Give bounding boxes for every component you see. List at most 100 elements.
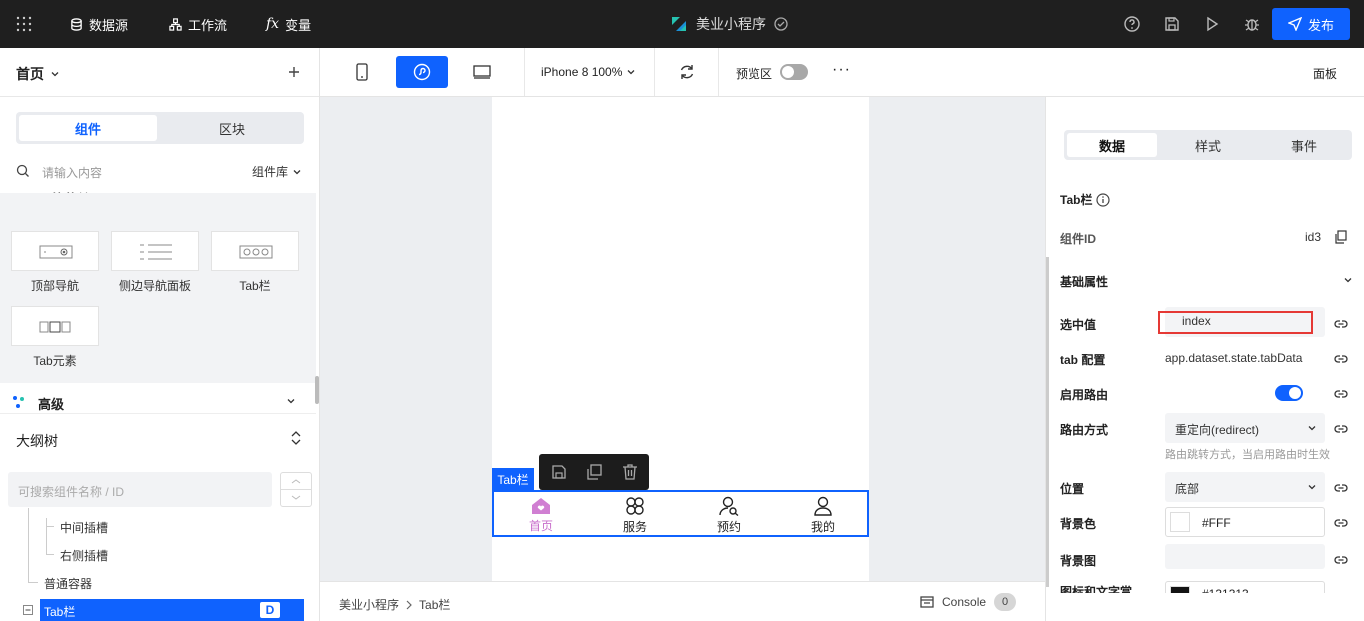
bind-link-icon[interactable] bbox=[1333, 386, 1349, 402]
bind-link-icon[interactable] bbox=[1333, 351, 1349, 367]
tabbar-item-mine[interactable]: 我的 bbox=[776, 494, 870, 536]
collapse-node-icon[interactable] bbox=[23, 605, 33, 615]
bg-image-input[interactable] bbox=[1165, 544, 1325, 569]
help-icon[interactable] bbox=[1123, 15, 1141, 33]
outline-tree-header[interactable]: 大纲树 bbox=[0, 414, 319, 460]
delete-icon[interactable] bbox=[621, 463, 639, 481]
component-floating-toolbar bbox=[539, 454, 649, 490]
component-library-dropdown[interactable]: 组件库 bbox=[252, 163, 302, 180]
tree-selected-label: Tab栏 bbox=[44, 605, 76, 619]
page-selector[interactable]: 首页 bbox=[16, 64, 60, 84]
position-select[interactable]: 底部 bbox=[1165, 472, 1325, 502]
bg-color-swatch[interactable] bbox=[1170, 512, 1190, 532]
more-options-icon[interactable]: ··· bbox=[832, 61, 851, 79]
route-mode-hint: 路由跳转方式，当启用路由时生效 bbox=[1165, 449, 1330, 461]
chevron-down-icon bbox=[293, 169, 301, 174]
component-tabbar-label: Tab栏 bbox=[239, 279, 271, 293]
route-mode-select[interactable]: 重定向(redirect) bbox=[1165, 413, 1325, 443]
category-advanced[interactable]: 高级 bbox=[0, 384, 316, 414]
refresh-icon[interactable] bbox=[678, 63, 696, 81]
tree-item-tabbar-selected[interactable]: Tab栏 D bbox=[40, 599, 304, 621]
user-icon bbox=[814, 496, 832, 516]
component-search[interactable]: 请输入内容 组件库 bbox=[16, 160, 304, 184]
copy-id-icon[interactable] bbox=[1334, 230, 1348, 244]
tree-guide bbox=[46, 554, 54, 555]
enable-route-toggle[interactable] bbox=[1275, 385, 1303, 401]
panel-toggle-button[interactable]: 面板 bbox=[1313, 65, 1337, 82]
device-size-dropdown[interactable]: iPhone 8 100% bbox=[541, 65, 636, 79]
icon-text-color-input[interactable]: #131313 bbox=[1165, 581, 1325, 593]
tree-guide bbox=[46, 518, 47, 554]
icon-text-color-label: 图标和文字赏 bbox=[1060, 585, 1133, 593]
page-title: 首页 bbox=[16, 66, 44, 82]
device-mobile-button[interactable] bbox=[336, 56, 388, 88]
save-as-block-icon[interactable] bbox=[550, 463, 568, 481]
breadcrumb-current[interactable]: Tab栏 bbox=[419, 596, 450, 613]
preview-toggle[interactable] bbox=[780, 64, 808, 80]
tabbar-item-booking[interactable]: 预约 bbox=[682, 494, 776, 536]
tree-item-right-slot[interactable]: 右侧插槽 bbox=[60, 547, 108, 564]
bind-link-icon[interactable] bbox=[1333, 515, 1349, 531]
app-title-text: 美业小程序 bbox=[696, 16, 766, 32]
preview-label: 预览区 bbox=[736, 67, 773, 81]
icon-text-color-value: #131313 bbox=[1202, 587, 1249, 593]
apps-grid-icon[interactable] bbox=[16, 16, 32, 32]
tree-item-container[interactable]: 普通容器 bbox=[44, 575, 92, 592]
breadcrumb-root[interactable]: 美业小程序 bbox=[339, 596, 399, 613]
bind-link-icon[interactable] bbox=[1333, 480, 1349, 496]
outline-search-input[interactable]: 可搜索组件名称 / ID bbox=[8, 472, 272, 507]
tab-config-label: tab 配置 bbox=[1060, 353, 1106, 367]
bind-link-icon[interactable] bbox=[1333, 552, 1349, 568]
info-icon[interactable] bbox=[1096, 192, 1111, 207]
tabbar-item-home-label: 首页 bbox=[528, 518, 553, 533]
bind-link-icon[interactable] bbox=[1333, 316, 1349, 332]
tree-item-middle-slot[interactable]: 中间插槽 bbox=[60, 519, 108, 536]
tab-data[interactable]: 数据 bbox=[1067, 133, 1157, 157]
add-page-icon[interactable] bbox=[286, 64, 302, 80]
console-button[interactable]: Console 0 bbox=[920, 593, 1017, 611]
menu-variables[interactable]: fx 变量 bbox=[266, 0, 311, 48]
component-tab-element[interactable] bbox=[11, 306, 99, 346]
play-icon[interactable] bbox=[1203, 15, 1221, 33]
tab-config-value[interactable]: app.dataset.state.tabData bbox=[1165, 351, 1302, 365]
component-id-label: 组件ID bbox=[1060, 232, 1097, 246]
component-tabbar[interactable] bbox=[211, 231, 299, 271]
toolbar-divider bbox=[718, 48, 719, 96]
tab-blocks[interactable]: 区块 bbox=[163, 115, 301, 141]
component-list-scrollbar[interactable] bbox=[315, 376, 319, 404]
copy-icon[interactable] bbox=[585, 463, 603, 481]
menu-workflow[interactable]: 工作流 bbox=[169, 0, 227, 48]
selected-component-tag: Tab栏 bbox=[492, 468, 534, 490]
publish-button[interactable]: 发布 bbox=[1272, 8, 1350, 40]
tabbar-component[interactable]: 首页 服务 预约 我的 bbox=[492, 490, 869, 537]
position-label: 位置 bbox=[1060, 482, 1085, 496]
tab-events[interactable]: 事件 bbox=[1259, 133, 1349, 157]
library-label: 组件库 bbox=[251, 165, 288, 179]
debug-bug-icon[interactable] bbox=[1243, 15, 1261, 33]
top-bar: 数据源 工作流 fx 变量 美业小程序 发布 bbox=[0, 0, 1364, 48]
component-top-nav-label: 顶部导航 bbox=[30, 279, 79, 293]
tab-style[interactable]: 样式 bbox=[1163, 133, 1253, 157]
tree-guide bbox=[46, 526, 54, 527]
device-miniprogram-button[interactable] bbox=[396, 56, 448, 88]
basic-props-section[interactable]: 基础属性 bbox=[1060, 273, 1108, 290]
component-top-nav[interactable] bbox=[11, 231, 99, 271]
tabbar-item-service[interactable]: 服务 bbox=[588, 494, 682, 536]
icon-text-color-row: 图标和文字赏 #131313 bbox=[1046, 581, 1364, 593]
tabbar-item-home[interactable]: 首页 bbox=[494, 494, 588, 536]
menu-datasource[interactable]: 数据源 bbox=[70, 0, 128, 48]
bind-link-icon[interactable] bbox=[1333, 421, 1349, 437]
save-icon[interactable] bbox=[1163, 15, 1181, 33]
icon-text-color-swatch[interactable] bbox=[1170, 586, 1190, 593]
outline-stepper[interactable] bbox=[280, 472, 312, 507]
component-side-nav[interactable] bbox=[111, 231, 199, 271]
check-circle-icon bbox=[774, 17, 788, 31]
bg-color-input[interactable]: #FFF bbox=[1165, 507, 1325, 537]
tab-components[interactable]: 组件 bbox=[19, 115, 157, 141]
enable-route-label: 启用路由 bbox=[1060, 388, 1109, 402]
device-desktop-button[interactable] bbox=[456, 56, 508, 88]
properties-tab-switch: 数据 样式 事件 bbox=[1064, 130, 1352, 160]
chevron-down-icon[interactable] bbox=[1343, 275, 1353, 285]
component-tab-element-label: Tab元素 bbox=[33, 354, 77, 368]
properties-scrollbar[interactable] bbox=[1046, 257, 1049, 587]
